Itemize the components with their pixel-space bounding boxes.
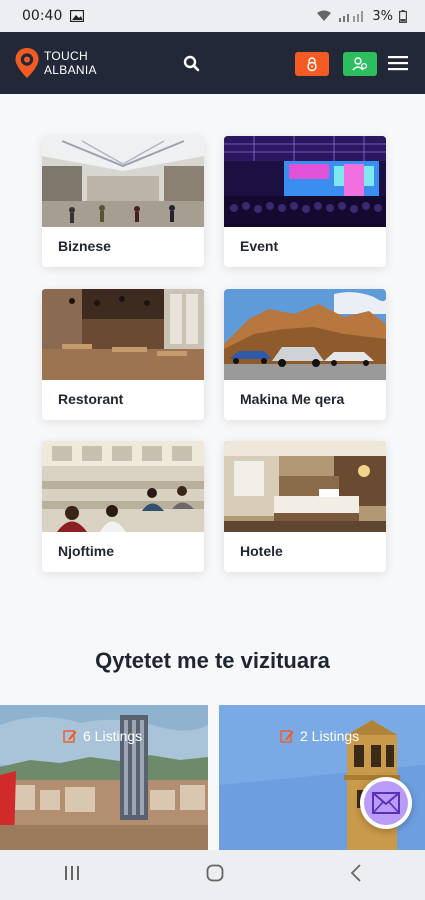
rental-cars-photo	[224, 289, 386, 380]
logo-line-2: ALBANIA	[44, 63, 97, 77]
recent-apps-button[interactable]	[63, 865, 81, 885]
category-card-makina-me-qera[interactable]: Makina Me qera	[224, 289, 386, 420]
listing-count-text: 2 Listings	[300, 728, 360, 744]
hamburger-menu-button[interactable]	[388, 54, 408, 72]
category-card-biznese[interactable]: Biznese	[42, 136, 204, 267]
battery-icon	[399, 9, 407, 23]
category-label: Restorant	[58, 391, 124, 407]
android-navigation-bar	[0, 850, 425, 900]
status-time: 00:40	[22, 8, 63, 24]
recent-apps-icon	[64, 866, 79, 880]
wifi-icon	[317, 10, 332, 21]
status-bar: 00:40 3%	[0, 0, 425, 32]
category-label: Biznese	[58, 238, 111, 254]
back-chevron-icon	[350, 864, 361, 882]
shopping-mall-photo	[42, 136, 204, 227]
mail-button-inner	[364, 781, 408, 825]
mail-envelope-icon	[372, 792, 400, 814]
contact-mail-button[interactable]	[360, 777, 412, 829]
section-title-popular-cities: Qytetet me te vizituara	[95, 648, 330, 673]
restaurant-interior-photo	[42, 289, 204, 380]
city-card-tirana[interactable]: 6 Listings	[0, 705, 208, 850]
concert-event-photo	[224, 136, 386, 227]
category-card-hotele[interactable]: Hotele	[224, 441, 386, 572]
touch-albania-logo[interactable]: TOUCH ALBANIA	[14, 47, 97, 79]
category-card-event[interactable]: Event	[224, 136, 386, 267]
category-label: Hotele	[240, 543, 283, 559]
search-button[interactable]	[182, 54, 202, 74]
user-add-icon	[352, 57, 368, 71]
category-label: Event	[240, 238, 279, 254]
category-label: Njoftime	[58, 543, 114, 559]
office-workers-photo	[42, 441, 204, 532]
edit-note-icon	[63, 730, 77, 743]
tirana-city-photo	[0, 705, 208, 850]
battery-percent: 3%	[372, 8, 393, 24]
login-button[interactable]	[295, 52, 329, 76]
top-navbar: TOUCH ALBANIA	[0, 32, 425, 94]
search-icon	[183, 55, 200, 72]
logo-text: TOUCH ALBANIA	[44, 49, 97, 77]
hotel-room-photo	[224, 441, 386, 532]
hamburger-menu-icon	[388, 56, 408, 71]
listing-count-text: 6 Listings	[83, 728, 143, 744]
listing-count: 2 Listings	[280, 728, 359, 744]
signal-icon	[339, 11, 364, 22]
lock-icon	[307, 57, 317, 72]
category-label: Makina Me qera	[240, 391, 345, 407]
main-content: Biznese Event Restorant Makina Me qera N…	[0, 94, 425, 850]
home-button[interactable]	[206, 864, 224, 886]
listing-count: 6 Listings	[63, 728, 142, 744]
edit-note-icon	[280, 730, 294, 743]
register-button[interactable]	[343, 52, 377, 76]
home-icon	[207, 864, 224, 882]
logo-line-1: TOUCH	[44, 49, 88, 63]
category-card-njoftime[interactable]: Njoftime	[42, 441, 204, 572]
gallery-notification-icon	[70, 10, 85, 22]
back-button[interactable]	[350, 864, 362, 886]
category-card-restorant[interactable]: Restorant	[42, 289, 204, 420]
location-pin-logo-icon	[15, 48, 39, 78]
